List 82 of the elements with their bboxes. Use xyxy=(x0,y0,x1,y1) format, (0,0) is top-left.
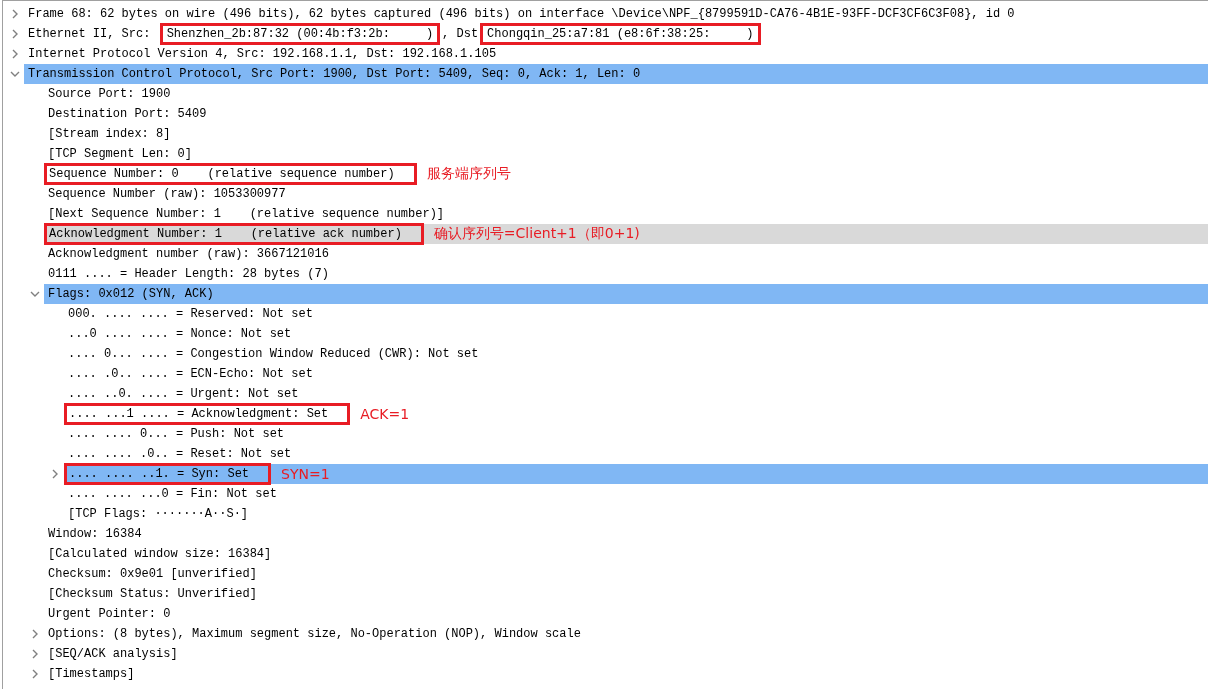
field-text: Options: (8 bytes), Maximum segment size, No-Operation (NOP), Window scale xyxy=(48,627,581,641)
annotation-note: SYN=1 xyxy=(281,466,330,482)
tree-row[interactable]: Urgent Pointer: 0 xyxy=(44,604,1208,624)
tree-row[interactable]: .... .... 0... = Push: Not set xyxy=(64,424,1208,444)
tree-row[interactable]: Transmission Control Protocol, Src Port: 1900, Dst Port: 5409, Seq: 0, Ack: 1, Len: 0 xyxy=(24,64,1208,84)
tree-row[interactable]: [Stream index: 8] xyxy=(44,124,1208,144)
field-text: Internet Protocol Version 4, Src: 192.168.1.1, Dst: 192.168.1.105 xyxy=(28,47,497,61)
tree-row[interactable]: Acknowledgment number (raw): 3667121016 xyxy=(44,244,1208,264)
tree-row[interactable]: Acknowledgment Number: 1 (relative ack number) 确认序列号=Client+1（即0+1) xyxy=(44,224,1208,244)
field-text: Checksum: 0x9e01 [unverified] xyxy=(48,567,257,581)
chevron-right-icon[interactable] xyxy=(30,629,40,639)
tree-row[interactable]: Ethernet II, Src: Shenzhen_2b:87:32 (00:4b:f3:2b: ) , Dst Chongqin_25:a7:81 (e8:6f:38:25: ) xyxy=(24,24,1208,44)
tree-row[interactable]: [Checksum Status: Unverified] xyxy=(44,584,1208,604)
tree-row[interactable]: [Calculated window size: 16384] xyxy=(44,544,1208,564)
tree-row[interactable]: Sequence Number: 0 (relative sequence number) 服务端序列号 xyxy=(44,164,1208,184)
chevron-right-icon[interactable] xyxy=(10,9,20,19)
field-text: Window: 16384 xyxy=(48,527,142,541)
annotation-note: 服务端序列号 xyxy=(426,165,511,183)
field-text: Chongqin_25:a7:81 (e8:6f:38:25: xyxy=(487,27,711,42)
tree-row[interactable]: .... .... ...0 = Fin: Not set xyxy=(64,484,1208,504)
tree-row[interactable]: .... .0.. .... = ECN-Echo: Not set xyxy=(64,364,1208,384)
field-text: Destination Port: 5409 xyxy=(48,107,207,121)
tree-row[interactable]: .... ..0. .... = Urgent: Not set xyxy=(64,384,1208,404)
field-text: [Timestamps] xyxy=(48,667,135,681)
field-text: ) xyxy=(425,27,434,42)
field-text: [TCP Flags: ·······A··S·] xyxy=(68,507,249,521)
tree-row[interactable]: Internet Protocol Version 4, Src: 192.168.1.1, Dst: 192.168.1.105 xyxy=(24,44,1208,64)
tree-row[interactable]: .... ...1 .... = Acknowledgment: Set ACK=1 xyxy=(64,404,1208,424)
field-text: .... .0.. .... = ECN-Echo: Not set xyxy=(68,367,313,381)
annotation-note: ACK=1 xyxy=(360,406,410,422)
chevron-right-icon[interactable] xyxy=(50,469,60,479)
field-text: Flags: 0x012 (SYN, ACK) xyxy=(48,287,214,301)
chevron-down-icon[interactable] xyxy=(10,69,20,79)
field-text: 000. .... .... = Reserved: Not set xyxy=(68,307,313,321)
tree-row[interactable]: Checksum: 0x9e01 [unverified] xyxy=(44,564,1208,584)
field-text: Frame 68: 62 bytes on wire (496 bits), 62 bytes captured (496 bits) on interface \Device\NPF_{8799591D-CA76-4B1E-93FF-DCF3CF6C3F08}, id 0 xyxy=(28,7,1015,21)
tree-row[interactable]: .... 0... .... = Congestion Window Reduced (CWR): Not set xyxy=(64,344,1208,364)
field-text: Urgent Pointer: 0 xyxy=(48,607,171,621)
field-text: .... 0... .... = Congestion Window Reduced (CWR): Not set xyxy=(68,347,479,361)
tree-row[interactable]: [TCP Flags: ·······A··S·] xyxy=(64,504,1208,524)
tree-row[interactable]: [Next Sequence Number: 1 (relative sequence number)] xyxy=(44,204,1208,224)
tree-row[interactable]: Options: (8 bytes), Maximum segment size, No-Operation (NOP), Window scale xyxy=(44,624,1208,644)
field-text: Acknowledgment number (raw): 3667121016 xyxy=(48,247,329,261)
field-text: , Dst xyxy=(442,27,479,41)
field-text: .... .... ...0 = Fin: Not set xyxy=(68,487,277,501)
chevron-right-icon[interactable] xyxy=(10,49,20,59)
tree-row[interactable]: Frame 68: 62 bytes on wire (496 bits), 62 bytes captured (496 bits) on interface \Device\NPF_{8799591D-CA76-4B1E-93FF-DCF3CF6C3F08}, id 0 xyxy=(24,4,1208,24)
tree-row[interactable]: 000. .... .... = Reserved: Not set xyxy=(64,304,1208,324)
tree-row[interactable]: 0111 .... = Header Length: 28 bytes (7) xyxy=(44,264,1208,284)
annotation-note: 确认序列号=Client+1（即0+1) xyxy=(433,225,640,243)
chevron-right-icon[interactable] xyxy=(30,649,40,659)
chevron-down-icon[interactable] xyxy=(30,289,40,299)
field-text: [SEQ/ACK analysis] xyxy=(48,647,178,661)
tree-row[interactable]: Source Port: 1900 xyxy=(44,84,1208,104)
field-text: 0111 .... = Header Length: 28 bytes (7) xyxy=(48,267,329,281)
tree-row[interactable]: [TCP Segment Len: 0] xyxy=(44,144,1208,164)
tree-row[interactable]: Flags: 0x012 (SYN, ACK) xyxy=(44,284,1208,304)
tree-row[interactable]: .... .... .0.. = Reset: Not set xyxy=(64,444,1208,464)
field-text: ...0 .... .... = Nonce: Not set xyxy=(68,327,292,341)
chevron-right-icon[interactable] xyxy=(10,29,20,39)
field-text: Ethernet II, Src: xyxy=(28,27,152,41)
field-text: Shenzhen_2b:87:32 (00:4b:f3:2b: xyxy=(166,27,390,42)
tree-row[interactable]: Destination Port: 5409 xyxy=(44,104,1208,124)
field-text: [Stream index: 8] xyxy=(48,127,171,141)
field-text: .... ..0. .... = Urgent: Not set xyxy=(68,387,299,401)
field-text: Sequence Number (raw): 1053300977 xyxy=(48,187,286,201)
field-text: Transmission Control Protocol, Src Port: 1900, Dst Port: 5409, Seq: 0, Ack: 1, Len: 0 xyxy=(28,67,641,81)
tree-row[interactable]: [SEQ/ACK analysis] xyxy=(44,644,1208,664)
tree-row[interactable]: ...0 .... .... = Nonce: Not set xyxy=(64,324,1208,344)
field-text: [Next Sequence Number: 1 (relative sequence number)] xyxy=(48,207,445,221)
field-text: .... .... 0... = Push: Not set xyxy=(68,427,285,441)
tree-row[interactable]: Window: 16384 xyxy=(44,524,1208,544)
chevron-right-icon[interactable] xyxy=(30,669,40,679)
tree-row[interactable]: Sequence Number (raw): 1053300977 xyxy=(44,184,1208,204)
field-text: [Checksum Status: Unverified] xyxy=(48,587,257,601)
field-text: [Calculated window size: 16384] xyxy=(48,547,272,561)
field-text: [TCP Segment Len: 0] xyxy=(48,147,193,161)
tree-row[interactable]: .... .... ..1. = Syn: Set SYN=1 xyxy=(64,464,1208,484)
field-text: Source Port: 1900 xyxy=(48,87,171,101)
field-text: ) xyxy=(746,27,754,42)
field-text: .... .... .0.. = Reset: Not set xyxy=(68,447,292,461)
tree-row[interactable]: [Timestamps] xyxy=(44,664,1208,684)
